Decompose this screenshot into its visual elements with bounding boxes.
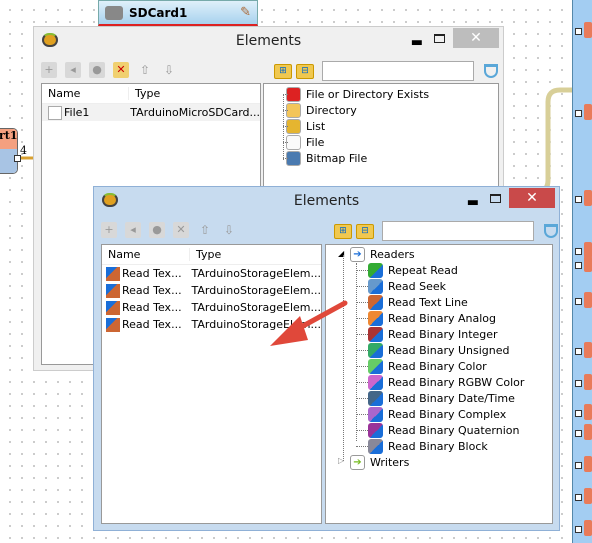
annotation-arrow xyxy=(270,300,348,346)
